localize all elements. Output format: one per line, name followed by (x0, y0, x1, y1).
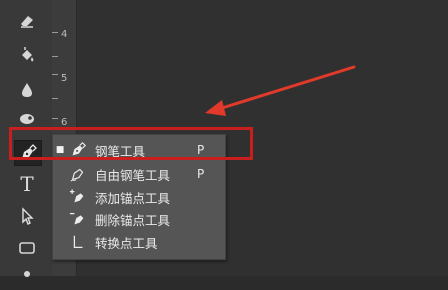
annotation-arrow (205, 65, 356, 116)
